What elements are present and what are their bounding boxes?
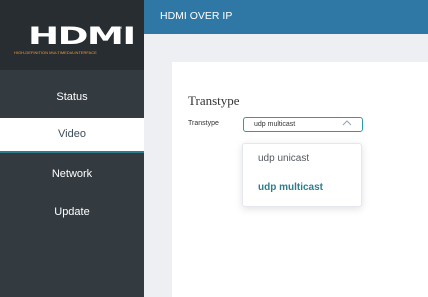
hdmi-logo: HDMI TM HIGH-DEFINITION MULTIMEDIA INTER…	[0, 0, 144, 70]
transtype-select-value: udp multicast	[254, 121, 296, 128]
panel-heading: Transtype	[188, 93, 240, 108]
sidebar-item-video[interactable]: Video	[0, 118, 144, 153]
transtype-dropdown: udp unicast udp multicast	[242, 143, 362, 207]
transtype-panel: Transtype Transtype udp multicast udp un…	[172, 62, 428, 297]
sidebar: HDMI TM HIGH-DEFINITION MULTIMEDIA INTER…	[0, 0, 144, 297]
chevron-up-icon	[342, 120, 352, 126]
sidebar-item-update[interactable]: Update	[0, 194, 144, 230]
logo-trademark: TM	[116, 25, 122, 30]
sidebar-item-network[interactable]: Network	[0, 156, 144, 192]
app-window: HDMI TM HIGH-DEFINITION MULTIMEDIA INTER…	[0, 0, 428, 297]
transtype-label: Transtype	[188, 120, 219, 127]
logo-tagline: HIGH-DEFINITION MULTIMEDIA INTERFACE	[14, 50, 97, 55]
transtype-select[interactable]: udp multicast	[243, 117, 363, 132]
header-bar: HDMI OVER IP	[144, 0, 428, 34]
header-title: HDMI OVER IP	[160, 10, 233, 22]
option-udp-multicast[interactable]: udp multicast	[243, 178, 361, 198]
option-udp-unicast[interactable]: udp unicast	[243, 149, 361, 169]
main-content: Transtype Transtype udp multicast udp un…	[144, 34, 428, 297]
sidebar-item-status[interactable]: Status	[0, 79, 144, 115]
